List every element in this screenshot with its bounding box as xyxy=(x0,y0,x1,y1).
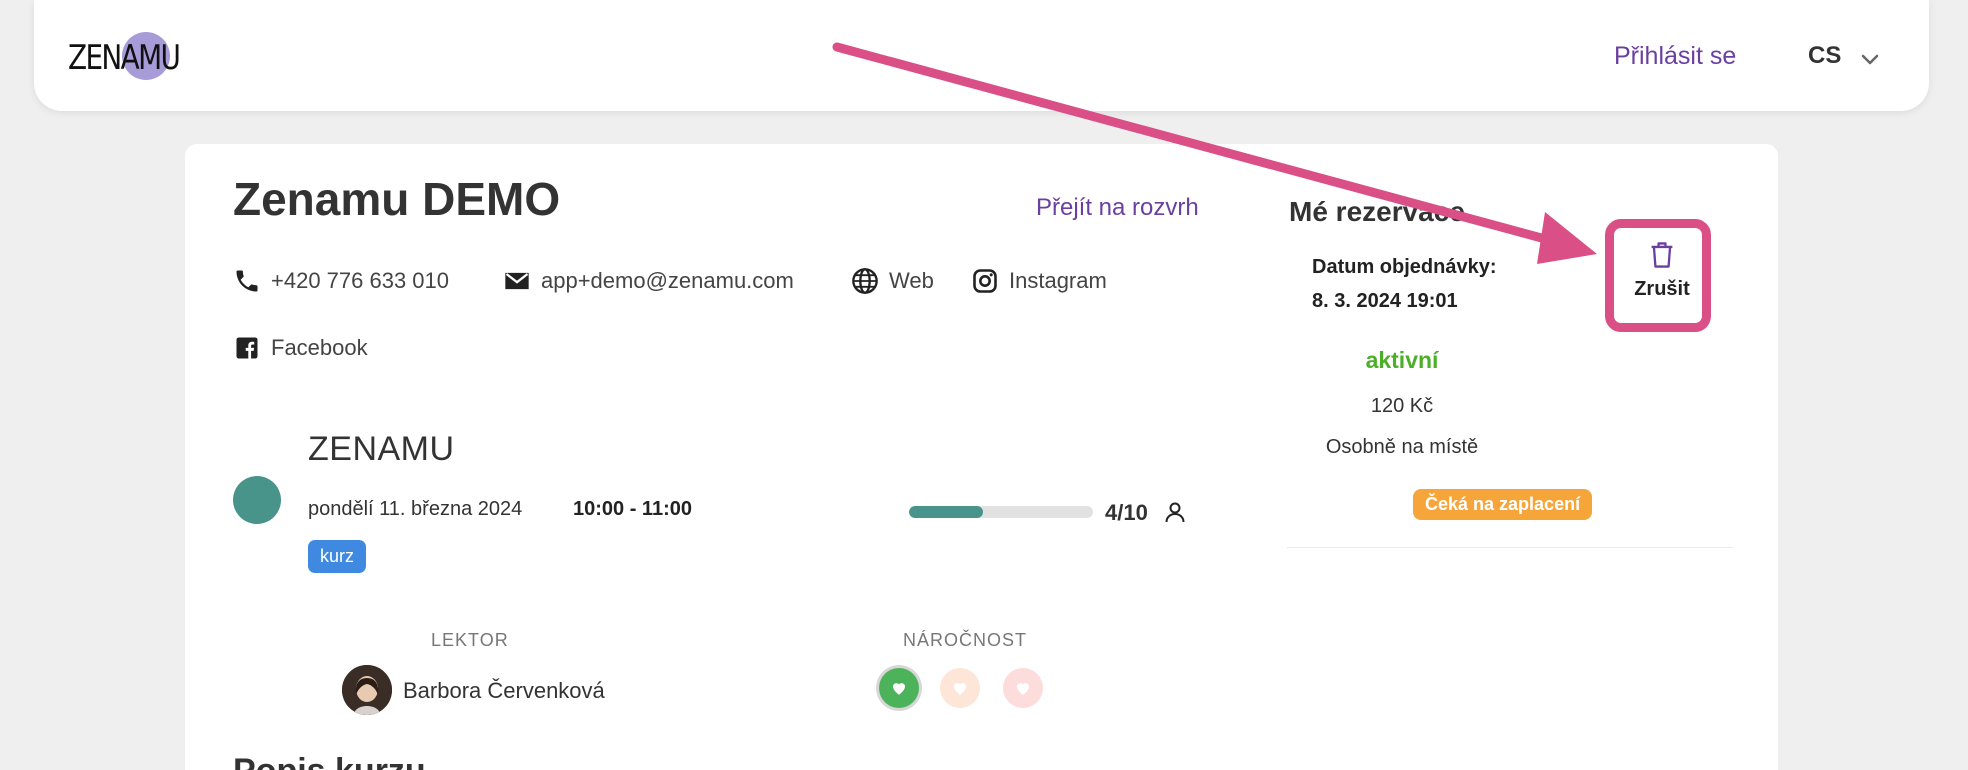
phone-number: +420 776 633 010 xyxy=(271,268,450,293)
cancel-button-highlight xyxy=(1605,219,1711,332)
capacity-fill xyxy=(909,506,983,518)
instagram-contact[interactable]: Instagram xyxy=(971,267,1107,295)
event-time: 10:00 - 11:00 xyxy=(573,498,692,520)
phone-contact[interactable]: +420 776 633 010 xyxy=(233,267,449,295)
instagram-icon xyxy=(973,269,997,293)
chevron-down-icon[interactable] xyxy=(1858,47,1882,71)
event-date: pondělí 11. března 2024 xyxy=(308,498,523,520)
web-label: Web xyxy=(889,268,934,293)
instagram-label: Instagram xyxy=(1009,268,1107,293)
event-type-tag: kurz xyxy=(308,540,367,573)
reservation-status: aktivní xyxy=(1365,347,1439,373)
capacity-text: 4/10 xyxy=(1105,500,1148,525)
facebook-icon xyxy=(236,337,258,359)
payment-status-badge: Čeká na zaplacení xyxy=(1413,489,1593,520)
lector-name[interactable]: Barbora Červenková xyxy=(403,678,605,704)
capacity-bar xyxy=(909,506,1093,518)
globe-icon xyxy=(852,268,878,294)
description-heading: Popis kurzu xyxy=(233,752,426,770)
heart-icon xyxy=(893,683,905,695)
event-color-dot xyxy=(233,476,281,524)
heart-icon xyxy=(954,683,966,695)
lector-avatar[interactable] xyxy=(342,665,392,715)
order-date-value: 8. 3. 2024 19:01 xyxy=(1312,290,1458,312)
email-address: app+demo@zenamu.com xyxy=(541,268,794,293)
payment-method: Osobně na místě xyxy=(1325,436,1479,458)
lector-label: LEKTOR xyxy=(431,630,509,650)
reservation-divider xyxy=(1287,547,1733,548)
event-name: ZENAMU xyxy=(308,430,455,468)
avatar-image xyxy=(342,665,392,715)
login-link[interactable]: Přihlásit se xyxy=(1614,42,1736,71)
email-icon xyxy=(505,272,529,290)
difficulty-label: NÁROČNOST xyxy=(903,630,1028,650)
phone-icon xyxy=(236,270,258,292)
facebook-contact[interactable]: Facebook xyxy=(233,334,368,362)
difficulty-heart-2 xyxy=(940,668,980,708)
difficulty-heart-1 xyxy=(879,668,919,708)
schedule-link[interactable]: Přejít na rozvrh xyxy=(1036,194,1199,222)
zenamu-logo[interactable]: ZENAMU xyxy=(68,30,181,82)
top-bar: ZENAMU Přihlásit se CS xyxy=(34,0,1929,111)
facebook-label: Facebook xyxy=(271,335,368,360)
logo-text: ZENAMU xyxy=(68,38,181,78)
order-date-label: Datum objednávky: xyxy=(1312,256,1497,278)
studio-title: Zenamu DEMO xyxy=(233,173,561,225)
person-icon xyxy=(1165,502,1185,523)
email-contact[interactable]: app+demo@zenamu.com xyxy=(503,267,794,295)
language-selector[interactable]: CS xyxy=(1808,42,1841,70)
reservation-price: 120 Kč xyxy=(1370,395,1434,417)
course-detail-card: Zenamu DEMO Přejít na rozvrh +420 776 63… xyxy=(185,144,1778,770)
difficulty-heart-3 xyxy=(1003,668,1043,708)
web-contact[interactable]: Web xyxy=(851,267,934,295)
reservations-title: Mé rezervace xyxy=(1289,196,1465,227)
heart-icon xyxy=(1017,683,1029,695)
